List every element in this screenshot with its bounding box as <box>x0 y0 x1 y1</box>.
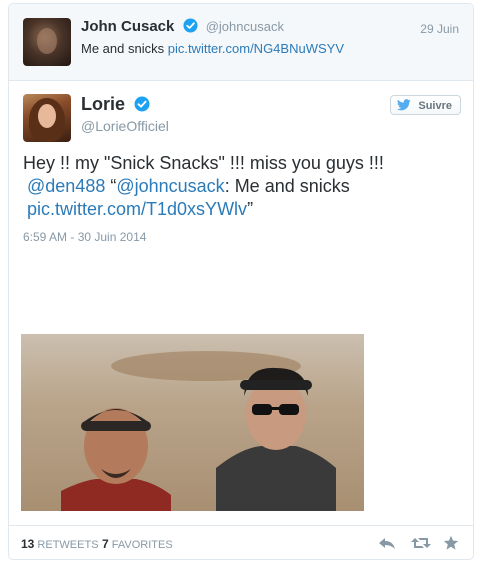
favorite-icon[interactable] <box>443 535 461 551</box>
follow-label: Suivre <box>418 100 452 112</box>
tweet-text-line: Hey !! my "Snick Snacks" !!! miss you gu… <box>23 153 384 173</box>
main-author-name[interactable]: Lorie <box>81 94 125 114</box>
john-cusack-avatar[interactable] <box>23 18 71 66</box>
mention-den488[interactable]: @den488 <box>27 176 105 196</box>
favorites-number: 7 <box>102 537 109 551</box>
parent-author[interactable]: John Cusack @johncusack <box>81 18 284 35</box>
parent-pic-link[interactable]: pic.twitter.com/NG4BNuWSYV <box>168 41 344 56</box>
tweet-text: Hey !! my "Snick Snacks" !!! miss you gu… <box>23 152 463 221</box>
tweet-actions <box>368 535 461 556</box>
mention-johncusack[interactable]: @johncusack <box>116 176 224 196</box>
tweet-text-line: pic.twitter.com/T1d0xsYWlv” <box>23 198 463 221</box>
main-author-handle[interactable]: @LorieOfficiel <box>81 118 169 134</box>
reply-icon[interactable] <box>378 535 396 551</box>
retweets-count[interactable]: 13 RETWEETS <box>21 537 99 551</box>
verified-icon <box>183 18 198 33</box>
lorie-avatar[interactable] <box>23 94 71 142</box>
quote-close: ” <box>247 199 254 219</box>
quoted-text: : Me and snicks <box>224 176 350 196</box>
parent-text: Me and snicks <box>81 41 165 56</box>
person-right <box>216 367 336 511</box>
favorites-count[interactable]: 7 FAVORITES <box>102 537 173 551</box>
main-author[interactable]: Lorie <box>81 94 150 115</box>
parent-author-name[interactable]: John Cusack <box>81 18 174 35</box>
parent-tweet[interactable]: John Cusack @johncusack 29 Juin Me and s… <box>9 4 473 81</box>
tweet-photo[interactable] <box>21 256 364 511</box>
person-left <box>61 408 171 511</box>
follow-button[interactable]: Suivre <box>390 95 461 115</box>
verified-icon <box>134 96 150 112</box>
parent-author-handle[interactable]: @johncusack <box>206 19 284 34</box>
parent-date[interactable]: 29 Juin <box>420 22 459 36</box>
twitter-bird-icon <box>397 99 412 111</box>
parent-tweet-text: Me and snicks pic.twitter.com/NG4BNuWSYV <box>81 41 344 56</box>
tweet-text-line: @den488 “@johncusack: Me and snicks <box>23 175 463 198</box>
retweet-icon[interactable] <box>410 535 431 551</box>
retweets-number: 13 <box>21 537 35 551</box>
retweets-label: RETWEETS <box>37 539 99 551</box>
embedded-tweet-card: John Cusack @johncusack 29 Juin Me and s… <box>8 3 474 560</box>
tweet-stats: 13 RETWEETS 7 FAVORITES <box>9 525 473 561</box>
favorites-label: FAVORITES <box>111 539 173 551</box>
pic-link[interactable]: pic.twitter.com/T1d0xsYWlv <box>27 199 247 219</box>
tweet-timestamp[interactable]: 6:59 AM - 30 Juin 2014 <box>23 230 146 244</box>
